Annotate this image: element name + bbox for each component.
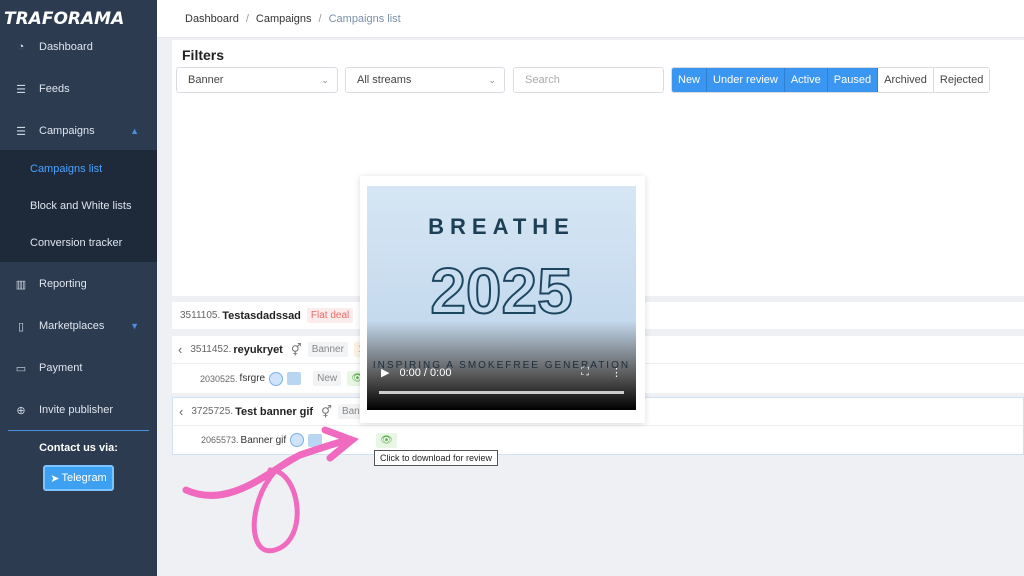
annotation-arrow (182, 426, 359, 554)
